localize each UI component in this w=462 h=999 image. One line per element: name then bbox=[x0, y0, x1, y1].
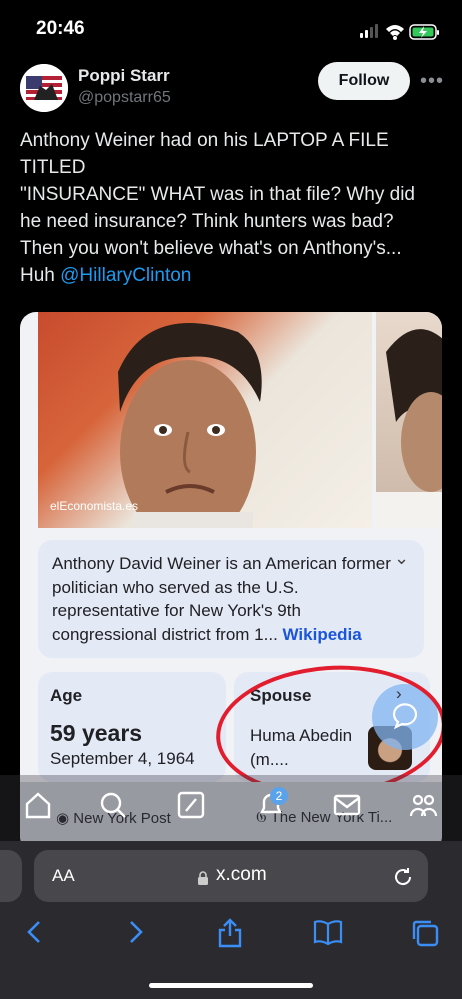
tweet-body: Anthony Weiner had on his LAPTOP A FILE … bbox=[20, 130, 416, 286]
age-label: Age bbox=[50, 686, 83, 705]
home-indicator bbox=[149, 983, 313, 988]
back-icon[interactable] bbox=[22, 918, 48, 951]
grok-icon[interactable] bbox=[176, 790, 206, 820]
x-tab-bar bbox=[0, 775, 462, 841]
mention-link[interactable]: @HillaryClinton bbox=[60, 265, 191, 286]
news-photo-secondary bbox=[376, 312, 442, 528]
tweet-text: Anthony Weiner had on his LAPTOP A FILE … bbox=[20, 127, 440, 289]
author-name[interactable]: Poppi Starr bbox=[78, 66, 170, 86]
author-avatar[interactable] bbox=[20, 64, 68, 112]
follow-button[interactable]: Follow bbox=[318, 62, 410, 100]
messages-icon[interactable] bbox=[332, 790, 362, 820]
more-options-icon[interactable]: ••• bbox=[420, 70, 444, 93]
bookmarks-icon[interactable] bbox=[312, 918, 344, 951]
author-handle[interactable]: @popstarr65 bbox=[78, 89, 171, 107]
wikipedia-link: Wikipedia bbox=[282, 624, 362, 644]
home-icon[interactable] bbox=[23, 790, 53, 820]
summary-text: Anthony David Weiner is an American form… bbox=[52, 552, 392, 646]
embedded-image-card[interactable]: elEconomista.es Anthony David Weiner is … bbox=[20, 312, 442, 852]
status-time: 20:46 bbox=[36, 18, 85, 39]
birth-date: September 4, 1964 bbox=[50, 749, 195, 768]
communities-icon[interactable] bbox=[408, 790, 438, 820]
status-icons bbox=[358, 22, 442, 47]
chevron-down-icon: ⌄ bbox=[394, 548, 410, 568]
previous-tab-preview[interactable] bbox=[0, 850, 22, 902]
url-text[interactable]: x.com bbox=[216, 864, 267, 886]
search-icon[interactable] bbox=[98, 790, 128, 820]
age-value: 59 years bbox=[50, 720, 143, 746]
photo-credit: elEconomista.es bbox=[50, 499, 139, 513]
text-size-button[interactable]: AA bbox=[52, 866, 75, 886]
lock-icon bbox=[196, 870, 210, 891]
reload-icon[interactable] bbox=[392, 866, 414, 893]
forward-icon[interactable] bbox=[122, 918, 148, 951]
share-icon[interactable] bbox=[216, 918, 244, 953]
tabs-icon[interactable] bbox=[410, 918, 440, 953]
news-photo bbox=[38, 312, 372, 528]
notification-badge: 2 bbox=[270, 787, 288, 805]
